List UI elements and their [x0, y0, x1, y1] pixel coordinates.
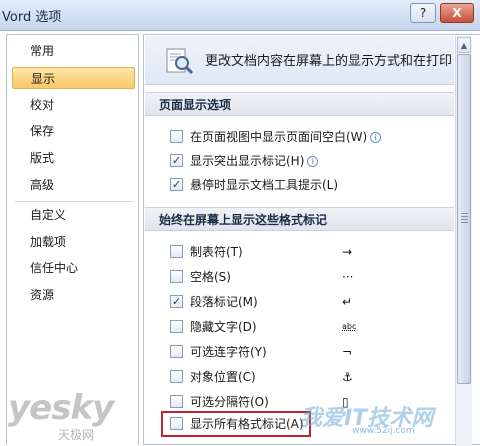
banner-text: 更改文档内容在屏幕上的显示方式和在打印 — [205, 54, 453, 69]
option-label: 制表符(T) — [190, 245, 243, 259]
tab-mark-icon: → — [342, 245, 353, 259]
space-mark-icon: ··· — [342, 270, 354, 284]
option-label: 显示突出显示标记(H) i — [190, 153, 319, 169]
nav-item-proofing[interactable]: 校对 — [12, 94, 135, 116]
checkbox[interactable] — [170, 370, 183, 383]
scroll-thumb[interactable] — [457, 54, 471, 384]
option-label: 悬停时显示文档工具提示(L) — [190, 178, 339, 192]
nav-item-trust-center[interactable]: 信任中心 — [12, 257, 135, 279]
paragraph-mark-icon: ↵ — [342, 295, 353, 309]
option-label: 空格(S) — [190, 270, 231, 284]
yesky-watermark: yesky — [8, 388, 114, 428]
panel-banner: 更改文档内容在屏幕上的显示方式和在打印 — [145, 36, 454, 85]
checkbox[interactable] — [170, 130, 183, 143]
info-icon: i — [370, 132, 382, 143]
section-page-display: 页面显示选项 — [145, 92, 454, 116]
option-label: 在页面视图中显示页面间空白(W) i — [190, 129, 382, 145]
display-options-panel: 更改文档内容在屏幕上的显示方式和在打印 页面显示选项 在页面视图中显示页面间空白… — [143, 34, 480, 446]
option-label: 段落标记(M) — [190, 295, 258, 309]
yesky-watermark-sub: 天极网 — [58, 428, 95, 442]
nav-item-customize[interactable]: 自定义 — [12, 204, 135, 226]
title-bar: Vord 选项 ? X — [0, 0, 480, 31]
checkbox[interactable] — [170, 245, 183, 258]
nav-item-addins[interactable]: 加载项 — [12, 231, 135, 253]
nav-item-layout[interactable]: 版式 — [12, 147, 135, 169]
info-icon: i — [307, 156, 319, 167]
checkmark-icon[interactable]: ✓ — [170, 178, 183, 191]
options-nav: 常用 显示 校对 保存 版式 高级 自定义 加载项 信任中心 资源 — [6, 34, 139, 445]
option-label: 隐藏文字(D) — [190, 320, 257, 334]
magnifier-document-icon — [165, 48, 195, 79]
help-button[interactable]: ? — [410, 3, 436, 23]
checkbox[interactable] — [170, 320, 183, 333]
close-button[interactable]: X — [440, 3, 474, 23]
nav-item-save[interactable]: 保存 — [12, 120, 135, 142]
anchor-icon: ⚓ — [342, 370, 353, 384]
vertical-scrollbar[interactable]: ▲ — [455, 36, 472, 446]
checkbox[interactable] — [170, 270, 183, 283]
nav-divider — [15, 201, 133, 202]
nav-item-general[interactable]: 常用 — [12, 40, 135, 62]
option-label: 可选分隔符(O) — [190, 395, 269, 409]
checkbox[interactable] — [170, 395, 183, 408]
checkmark-icon[interactable]: ✓ — [170, 154, 183, 167]
checkbox[interactable] — [170, 345, 183, 358]
highlight-box — [161, 411, 311, 437]
scroll-up-arrow-icon[interactable]: ▲ — [457, 37, 471, 53]
option-label: 对象位置(C) — [190, 370, 256, 384]
section-formatting-marks: 始终在屏幕上显示这些格式标记 — [145, 207, 454, 231]
nav-item-resources[interactable]: 资源 — [12, 284, 135, 306]
nav-item-advanced[interactable]: 高级 — [12, 174, 135, 196]
checkmark-icon[interactable]: ✓ — [170, 295, 183, 308]
site-watermark-url: www.52ij.com — [352, 426, 415, 436]
option-label: 可选连字符(Y) — [190, 345, 267, 359]
nav-item-display[interactable]: 显示 — [12, 67, 135, 89]
hidden-text-mark-icon: abc — [342, 322, 357, 331]
hyphen-mark-icon: ¬ — [342, 345, 353, 359]
window-title: Vord 选项 — [2, 10, 62, 25]
